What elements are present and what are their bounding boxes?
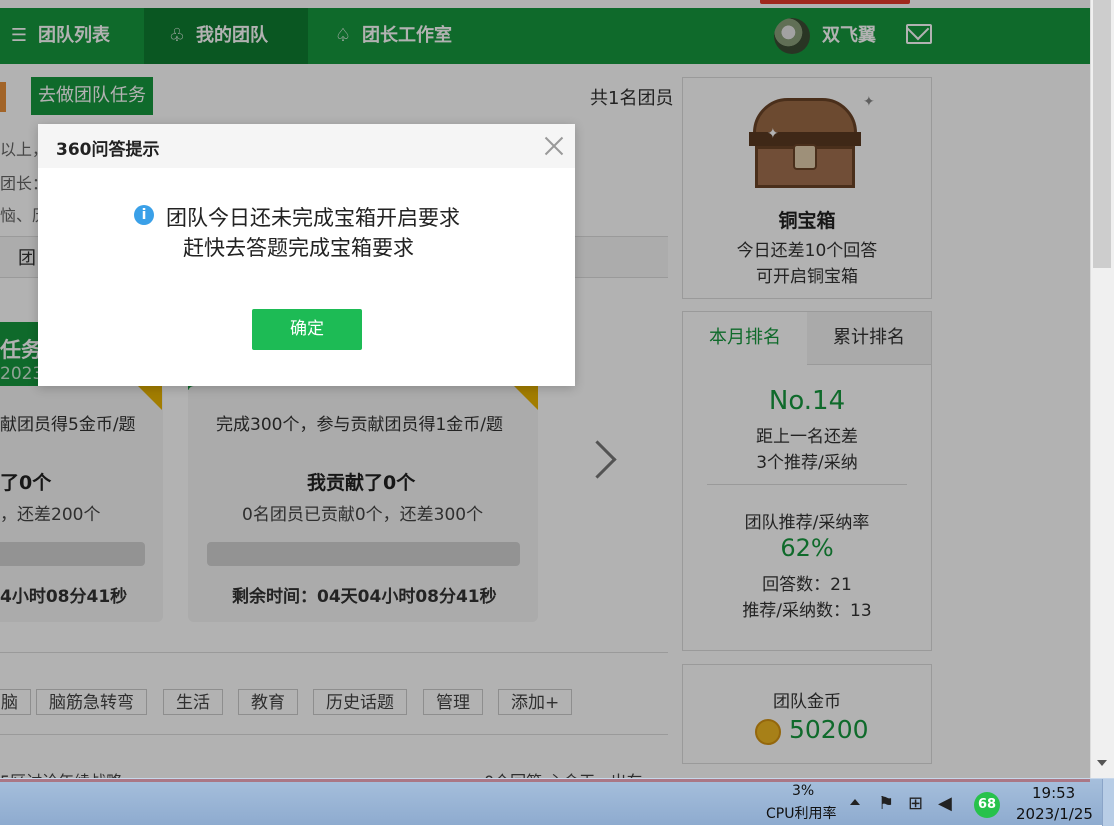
- tray-expand-icon[interactable]: [850, 799, 860, 805]
- modal-overlay[interactable]: [0, 0, 1090, 778]
- close-icon[interactable]: [542, 134, 566, 158]
- dialog-header: 360问答提示: [38, 124, 575, 168]
- scrollbar-thumb[interactable]: [1093, 0, 1111, 268]
- scrollbar[interactable]: [1090, 0, 1114, 778]
- cpu-usage-label: CPU利用率: [766, 806, 837, 822]
- dialog-message: 团队今日还未完成宝箱开启要求: [166, 206, 460, 230]
- volume-icon[interactable]: ◀: [938, 793, 952, 814]
- windows-taskbar: 3% CPU利用率 ⚑ ⊞ ◀ 68 19:53 2023/1/25: [0, 778, 1114, 826]
- cpu-usage-value: 3%: [792, 783, 815, 799]
- network-icon[interactable]: ⊞: [908, 793, 923, 814]
- scroll-down-icon[interactable]: [1097, 760, 1107, 766]
- show-desktop-button[interactable]: [1102, 779, 1114, 826]
- clock-date[interactable]: 2023/1/25: [1016, 805, 1093, 823]
- dialog-message-secondary: 赶快去答题完成宝箱要求: [183, 236, 414, 260]
- info-icon: i: [134, 205, 154, 225]
- flag-icon[interactable]: ⚑: [878, 793, 894, 814]
- confirm-button[interactable]: 确定: [252, 309, 362, 350]
- security-badge[interactable]: 68: [974, 792, 1000, 818]
- alert-dialog: 360问答提示 i 团队今日还未完成宝箱开启要求 赶快去答题完成宝箱要求 确定: [38, 124, 575, 386]
- taskbar-strip: [0, 779, 1090, 782]
- dialog-title: 360问答提示: [56, 140, 160, 160]
- clock-time[interactable]: 19:53: [1032, 784, 1075, 802]
